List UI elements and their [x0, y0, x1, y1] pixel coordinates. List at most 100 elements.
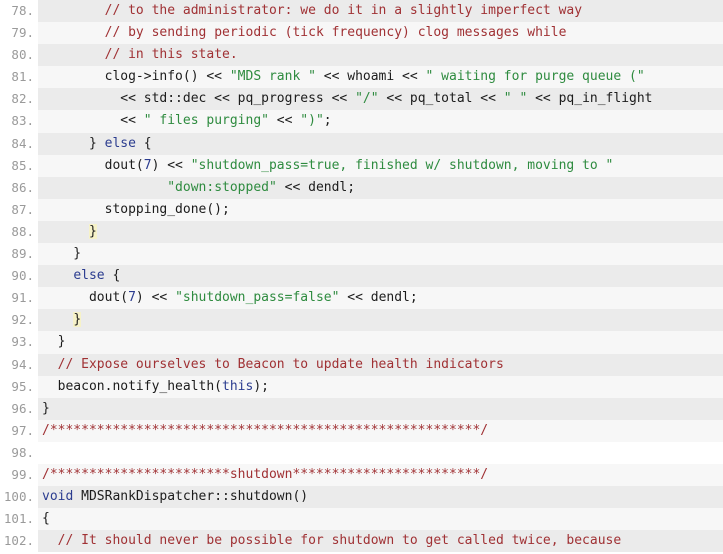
code-line-content[interactable]: dout(7) << "shutdown_pass=false" << dend…	[38, 287, 723, 310]
code-line-row[interactable]: 85. dout(7) << "shutdown_pass=true, fini…	[0, 154, 723, 177]
code-line-row[interactable]: 89. }	[0, 243, 723, 266]
code-token-plain: clog->info() <<	[42, 69, 230, 85]
line-number: 91.	[0, 287, 38, 310]
code-line-content[interactable]: else {	[38, 265, 723, 288]
code-token-brace-hl: }	[73, 312, 82, 328]
line-number: 102.	[0, 530, 38, 553]
code-line-content[interactable]: clog->info() << "MDS rank " << whoami <<…	[38, 66, 723, 89]
code-line-row[interactable]: 102. // It should never be possible for …	[0, 530, 723, 553]
line-number: 84.	[0, 132, 38, 155]
code-line-row[interactable]: 78. // to the administrator: we do it in…	[0, 0, 723, 23]
code-token-plain: ) <<	[135, 290, 176, 306]
code-line-content[interactable]: }	[38, 220, 723, 244]
code-line-content[interactable]: // Expose ourselves to Beacon to update …	[38, 353, 723, 376]
code-token-comment: // in this state.	[104, 47, 238, 63]
code-token-brace-hl: }	[88, 223, 97, 239]
code-line-content[interactable]: beacon.notify_health(this);	[38, 375, 723, 398]
code-line-row[interactable]: 84. } else {	[0, 132, 723, 155]
source-code-viewer[interactable]: 78. // to the administrator: we do it in…	[0, 0, 723, 554]
code-line-row[interactable]: 95. beacon.notify_health(this);	[0, 375, 723, 398]
code-token-plain: << whoami <<	[315, 69, 426, 85]
code-line-row[interactable]: 83. << " files purging" << ")";	[0, 110, 723, 133]
code-line-row[interactable]: 101.{	[0, 508, 723, 531]
code-line-row[interactable]: 88. }	[0, 220, 723, 244]
code-line-row[interactable]: 97./************************************…	[0, 419, 723, 442]
code-line-row[interactable]: 90. else {	[0, 265, 723, 288]
code-line-content[interactable]: // It should never be possible for shutd…	[38, 530, 723, 553]
code-line-row[interactable]: 98.	[0, 441, 723, 464]
code-line-content[interactable]: stopping_done();	[38, 198, 723, 221]
code-line-row[interactable]: 91. dout(7) << "shutdown_pass=false" << …	[0, 287, 723, 310]
code-line-content[interactable]: << std::dec << pq_progress << "/" << pq_…	[38, 88, 723, 111]
code-line-row[interactable]: 99./***********************shutdown*****…	[0, 463, 723, 487]
line-number: 81.	[0, 66, 38, 89]
code-token-plain: );	[253, 378, 269, 394]
code-line-row[interactable]: 80. // in this state.	[0, 44, 723, 67]
line-number: 87.	[0, 198, 38, 221]
line-number: 93.	[0, 331, 38, 354]
line-number: 96.	[0, 397, 38, 420]
code-line-content[interactable]: "down:stopped" << dendl;	[38, 176, 723, 199]
code-token-string: " waiting for purge queue ("	[425, 69, 645, 85]
code-line-content[interactable]: }	[38, 331, 723, 354]
code-line-row[interactable]: 82. << std::dec << pq_progress << "/" <<…	[0, 88, 723, 111]
line-number: 83.	[0, 110, 38, 133]
code-line-row[interactable]: 81. clog->info() << "MDS rank " << whoam…	[0, 66, 723, 89]
code-token-keyword: else	[73, 268, 105, 284]
line-number: 92.	[0, 309, 38, 332]
code-token-plain: ) <<	[151, 157, 191, 173]
code-line-row[interactable]: 96.}	[0, 397, 723, 420]
line-number: 85.	[0, 154, 38, 177]
code-line-row[interactable]: 92. }	[0, 309, 723, 332]
line-number: 86.	[0, 176, 38, 199]
code-token-string: " files purging"	[143, 113, 269, 129]
code-line-row[interactable]: 86. "down:stopped" << dendl;	[0, 176, 723, 199]
code-token-plain: beacon.notify_health(	[42, 378, 223, 394]
code-line-content[interactable]: }	[38, 243, 723, 266]
line-number: 98.	[0, 441, 38, 464]
line-number: 99.	[0, 463, 38, 487]
code-line-content[interactable]: }	[38, 397, 723, 420]
code-token-plain: << std::dec << pq_progress <<	[42, 91, 356, 107]
code-line-content[interactable]: dout(7) << "shutdown_pass=true, finished…	[38, 154, 723, 177]
code-token-comment: /***************************************…	[42, 422, 489, 438]
code-token-number: 7	[143, 157, 152, 173]
line-number: 100.	[0, 486, 38, 509]
code-line-content[interactable]: /***************************************…	[38, 419, 723, 442]
code-token-string: "/"	[355, 91, 379, 107]
code-line-row[interactable]: 100. void MDSRankDispatcher::shutdown()	[0, 486, 723, 509]
code-line-content[interactable]: {	[38, 508, 723, 531]
code-token-plain: }	[42, 246, 82, 262]
code-line-row[interactable]: 79. // by sending periodic (tick frequen…	[0, 22, 723, 45]
code-line-row[interactable]: 93. }	[0, 331, 723, 354]
code-token-keyword: void	[42, 489, 74, 505]
line-number: 82.	[0, 88, 38, 111]
line-number: 97.	[0, 419, 38, 442]
code-line-content[interactable]: } else {	[38, 132, 723, 155]
code-token-plain: dout(	[42, 290, 129, 306]
line-number: 79.	[0, 22, 38, 45]
code-token-plain: }	[42, 400, 50, 416]
code-token-plain: {	[104, 268, 121, 284]
code-line-content[interactable]: }	[38, 309, 723, 332]
line-number: 94.	[0, 353, 38, 376]
code-line-row[interactable]: 87. stopping_done();	[0, 198, 723, 221]
line-number: 78.	[0, 0, 38, 23]
code-token-plain: << dendl;	[339, 290, 418, 306]
code-line-content[interactable]: /***********************shutdown********…	[38, 463, 723, 487]
code-line-content[interactable]: // by sending periodic (tick frequency) …	[38, 22, 723, 45]
code-token-plain: }	[42, 135, 105, 151]
code-line-content[interactable]: void MDSRankDispatcher::shutdown()	[38, 486, 723, 509]
code-line-content[interactable]: // to the administrator: we do it in a s…	[38, 0, 723, 23]
line-number: 90.	[0, 265, 38, 288]
line-number: 101.	[0, 508, 38, 531]
code-line-content[interactable]: // in this state.	[38, 44, 723, 67]
code-line-row[interactable]: 94. // Expose ourselves to Beacon to upd…	[0, 353, 723, 376]
code-token-plain: {	[42, 511, 50, 527]
code-line-content[interactable]: << " files purging" << ")";	[38, 110, 723, 133]
